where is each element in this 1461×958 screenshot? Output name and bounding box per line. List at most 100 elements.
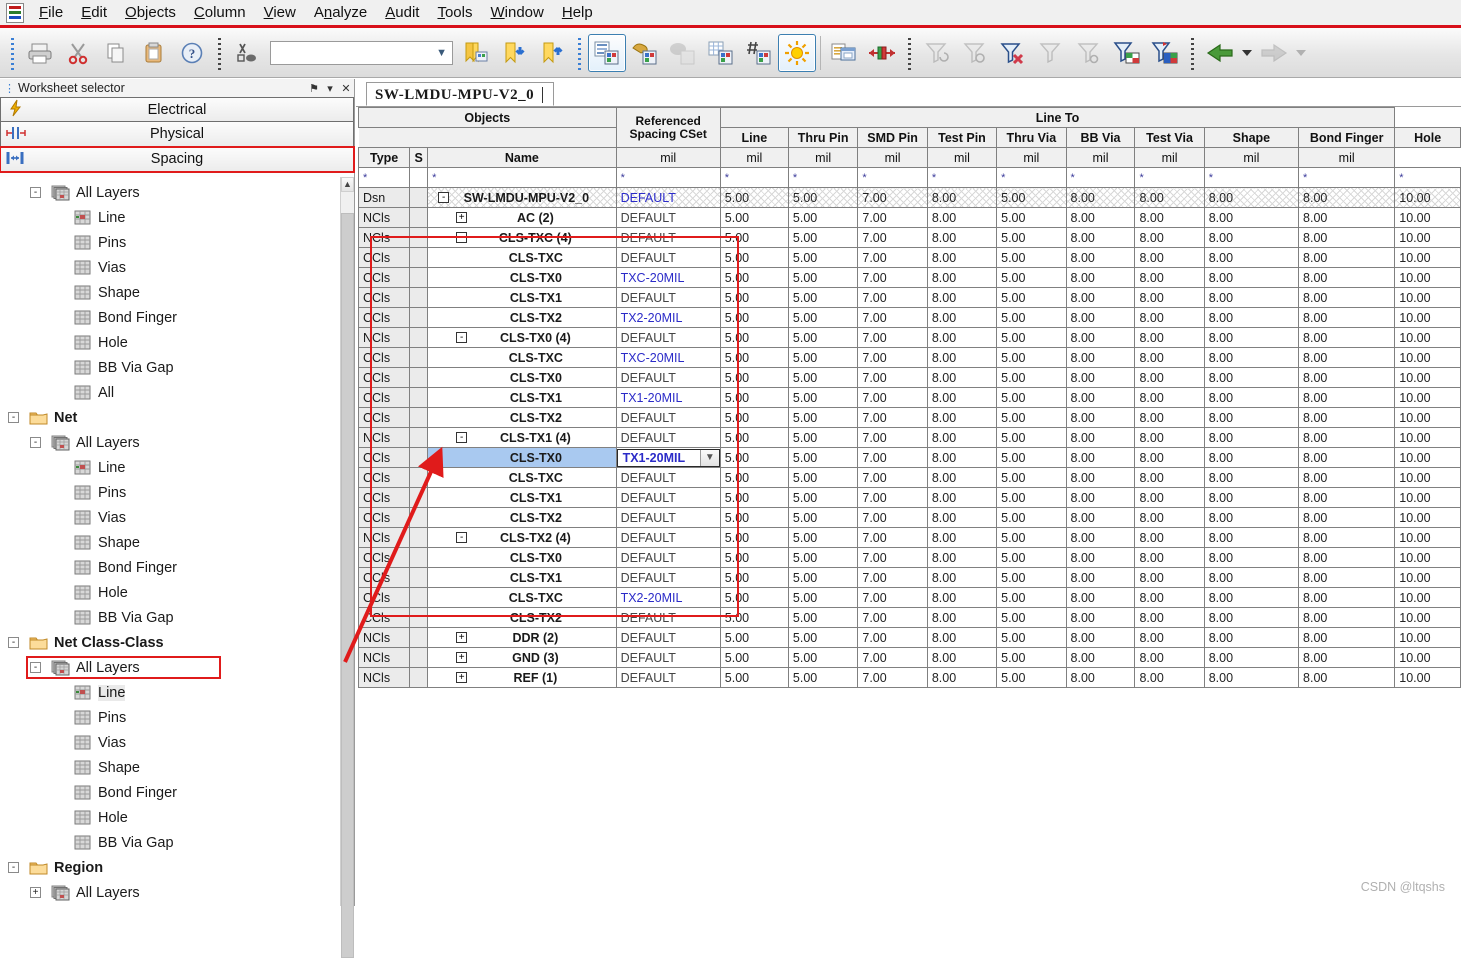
table-filter-cell[interactable]: * xyxy=(1298,167,1396,188)
cell-smd-pin[interactable]: 7.00 xyxy=(857,227,928,248)
cell-thru-pin[interactable]: 5.00 xyxy=(787,367,859,388)
cell-name[interactable]: CLS-TX2 xyxy=(427,307,617,328)
tree-expander-icon[interactable]: + xyxy=(30,887,41,898)
cell-test-via[interactable]: 8.00 xyxy=(1134,427,1205,448)
row-expander-icon[interactable]: + xyxy=(456,212,468,223)
table-row[interactable]: NCls + DDR (2) DEFAULT 5.00 5.00 7.00 8.00 5.00 8… xyxy=(357,627,1461,648)
cell-test-via[interactable]: 8.00 xyxy=(1134,667,1205,688)
cell-smd-pin[interactable]: 7.00 xyxy=(857,307,928,328)
cell-test-pin[interactable]: 8.00 xyxy=(926,667,998,688)
cell-bb-via[interactable]: 8.00 xyxy=(1065,527,1136,548)
close-icon[interactable]: ✕ xyxy=(338,82,354,95)
cell-shape[interactable]: 8.00 xyxy=(1203,227,1300,248)
shadow-worksheet-icon[interactable] xyxy=(664,34,702,72)
cell-name[interactable]: + DDR (2) xyxy=(427,627,617,648)
cell-bond-finger[interactable]: 8.00 xyxy=(1298,287,1396,308)
cell-thru-via[interactable]: 5.00 xyxy=(996,567,1067,588)
cell-bond-finger[interactable]: 8.00 xyxy=(1298,367,1396,388)
cell-bond-finger[interactable]: 8.00 xyxy=(1298,247,1396,268)
tree-item-shape[interactable]: Shape xyxy=(0,755,340,780)
table-filter-cell[interactable]: * xyxy=(926,167,998,188)
cell-referenced-spacing-cset[interactable]: DEFAULT xyxy=(615,507,721,528)
cell-hole[interactable]: 10.00 xyxy=(1394,327,1461,348)
table-filter-cell[interactable] xyxy=(409,167,429,188)
forward-arrow-icon[interactable] xyxy=(1255,34,1293,72)
cell-referenced-spacing-cset[interactable]: DEFAULT xyxy=(615,327,721,348)
table-filter-cell[interactable]: * xyxy=(787,167,859,188)
cell-line[interactable]: 5.00 xyxy=(719,527,789,548)
cell-hole[interactable]: 10.00 xyxy=(1394,247,1461,268)
cell-type[interactable]: NCls xyxy=(357,227,411,248)
cell-referenced-spacing-cset[interactable]: DEFAULT xyxy=(615,647,721,668)
cell-test-pin[interactable]: 8.00 xyxy=(926,547,998,568)
cell-name[interactable]: - SW-LMDU-MPU-V2_0 xyxy=(427,187,617,208)
cell-name[interactable]: - CLS-TX0 (4) xyxy=(427,327,617,348)
tree-item-bb-via-gap[interactable]: BB Via Gap xyxy=(0,830,340,855)
cell-test-via[interactable]: 8.00 xyxy=(1134,227,1205,248)
table-column-header-type[interactable]: Type xyxy=(357,147,411,168)
menu-item-analyze[interactable]: Analyze xyxy=(305,1,376,24)
cell-name[interactable]: CLS-TX0 xyxy=(427,367,617,388)
menu-item-column[interactable]: Column xyxy=(185,1,255,24)
cell-thru-pin[interactable]: 5.00 xyxy=(787,467,859,488)
tree-item-all[interactable]: All xyxy=(0,380,340,405)
cell-s[interactable] xyxy=(409,207,429,228)
cell-bb-via[interactable]: 8.00 xyxy=(1065,247,1136,268)
cell-s[interactable] xyxy=(409,267,429,288)
cell-line[interactable]: 5.00 xyxy=(719,287,789,308)
help-icon[interactable]: ? xyxy=(173,34,211,72)
tree-item-pins[interactable]: Pins xyxy=(0,230,340,255)
worksheet-button-electrical[interactable]: Electrical xyxy=(0,97,354,122)
tree-item-net-class-class[interactable]: - Net Class-Class xyxy=(0,630,340,655)
cell-s[interactable] xyxy=(409,507,429,528)
cell-line[interactable]: 5.00 xyxy=(719,447,789,468)
tree-expander-icon[interactable]: - xyxy=(8,637,19,648)
chevron-down-icon[interactable]: ▼ xyxy=(699,449,719,466)
cell-test-pin[interactable]: 8.00 xyxy=(926,407,998,428)
cell-type[interactable]: CCls xyxy=(357,487,411,508)
cell-referenced-spacing-cset[interactable]: DEFAULT xyxy=(615,607,721,628)
print-icon[interactable] xyxy=(21,34,59,72)
cell-bond-finger[interactable]: 8.00 xyxy=(1298,207,1396,228)
cell-type[interactable]: CCls xyxy=(357,407,411,428)
cell-bond-finger[interactable]: 8.00 xyxy=(1298,607,1396,628)
table-unit-thru-pin[interactable]: mil xyxy=(719,147,789,168)
cell-type[interactable]: NCls xyxy=(357,647,411,668)
cell-test-pin[interactable]: 8.00 xyxy=(926,607,998,628)
cell-referenced-spacing-cset[interactable]: DEFAULT xyxy=(615,287,721,308)
cell-s[interactable] xyxy=(409,247,429,268)
cell-line[interactable]: 5.00 xyxy=(719,307,789,328)
cell-test-pin[interactable]: 8.00 xyxy=(926,307,998,328)
cell-smd-pin[interactable]: 7.00 xyxy=(857,627,928,648)
tree-item-shape[interactable]: Shape xyxy=(0,280,340,305)
tree-item-pins[interactable]: Pins xyxy=(0,705,340,730)
back-arrow-icon[interactable] xyxy=(1201,34,1239,72)
cell-test-via[interactable]: 8.00 xyxy=(1134,187,1205,208)
table-row[interactable]: CCls CLS-TX2 TX2-20MIL 5.00 5.00 7.00 8.00 5.00… xyxy=(357,307,1461,328)
cell-name[interactable]: - CLS-TXC (4) xyxy=(427,227,617,248)
cell-test-pin[interactable]: 8.00 xyxy=(926,447,998,468)
table-filter-cell[interactable]: * xyxy=(615,167,721,188)
cell-referenced-spacing-cset[interactable]: DEFAULT xyxy=(615,487,721,508)
cell-thru-pin[interactable]: 5.00 xyxy=(787,187,859,208)
cell-s[interactable] xyxy=(409,307,429,328)
cell-type[interactable]: CCls xyxy=(357,287,411,308)
cell-type[interactable]: CCls xyxy=(357,587,411,608)
toolbar-grip-2[interactable] xyxy=(216,35,223,70)
cell-thru-pin[interactable]: 5.00 xyxy=(787,487,859,508)
cell-s[interactable] xyxy=(409,667,429,688)
cell-name[interactable]: - CLS-TX1 (4) xyxy=(427,427,617,448)
cell-bb-via[interactable]: 8.00 xyxy=(1065,667,1136,688)
tree-expander-icon[interactable]: - xyxy=(30,187,41,198)
table-row[interactable]: CCls CLS-TXC DEFAULT 5.00 5.00 7.00 8.00 5.00 8.… xyxy=(357,247,1461,268)
bookmark-up-icon[interactable] xyxy=(533,34,571,72)
cell-bb-via[interactable]: 8.00 xyxy=(1065,587,1136,608)
cell-thru-via[interactable]: 5.00 xyxy=(996,547,1067,568)
cell-name[interactable]: CLS-TX0 xyxy=(427,267,617,288)
cell-name[interactable]: + REF (1) xyxy=(427,667,617,688)
cell-smd-pin[interactable]: 7.00 xyxy=(857,647,928,668)
table-row[interactable]: CCls CLS-TX0 DEFAULT 5.00 5.00 7.00 8.00 5.00 8.… xyxy=(357,367,1461,388)
cell-bond-finger[interactable]: 8.00 xyxy=(1298,307,1396,328)
tree-expander-icon[interactable]: - xyxy=(8,862,19,873)
search-combo-input[interactable]: ▼ xyxy=(270,40,453,65)
